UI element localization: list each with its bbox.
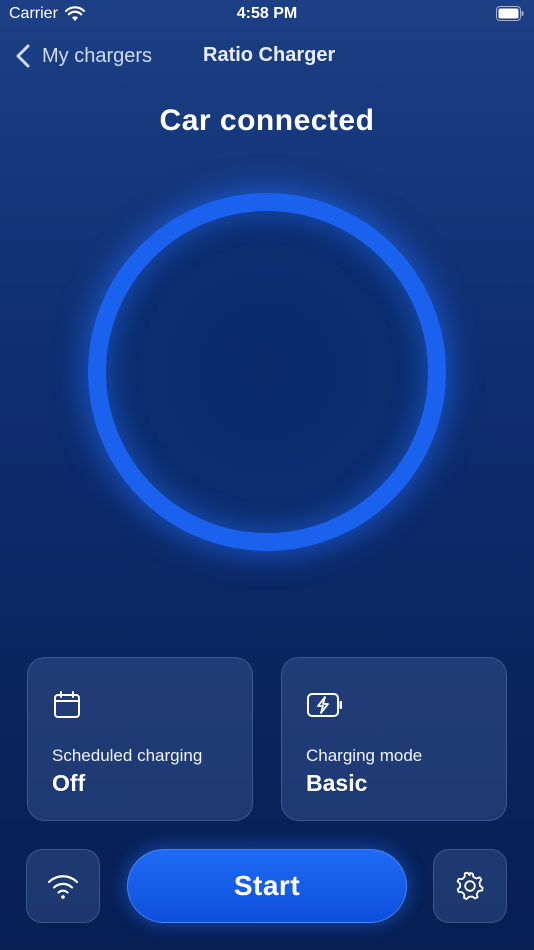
back-button[interactable]: My chargers <box>14 40 152 72</box>
charging-mode-value: Basic <box>306 770 368 796</box>
start-charging-button[interactable]: Start <box>127 849 407 923</box>
status-ring-circle <box>88 193 446 551</box>
scheduled-charging-value: Off <box>52 770 86 796</box>
chevron-left-icon <box>16 44 30 68</box>
nav-title: Ratio Charger <box>203 44 336 66</box>
connection-status-headline: Car connected <box>159 104 375 137</box>
scheduled-charging-label: Scheduled charging <box>52 746 203 765</box>
battery-charging-icon <box>307 693 342 717</box>
status-time: 4:58 PM <box>236 5 298 22</box>
wifi-button[interactable] <box>26 849 100 923</box>
calendar-icon <box>54 691 80 718</box>
charging-status-ring <box>68 173 466 571</box>
battery-icon <box>496 6 524 21</box>
status-bar: Carrier 4:58 PM <box>0 0 534 28</box>
gear-icon <box>456 871 484 900</box>
settings-button[interactable] <box>433 849 507 923</box>
scheduled-charging-card[interactable]: Scheduled charging Off <box>27 657 253 821</box>
start-button-label: Start <box>233 870 301 901</box>
charging-mode-card[interactable]: Charging mode Basic <box>281 657 507 821</box>
wifi-icon <box>47 875 79 899</box>
charging-mode-label: Charging mode <box>306 746 423 765</box>
navigation-bar: My chargers Ratio Charger <box>0 36 534 76</box>
back-button-label: My chargers <box>42 44 153 67</box>
